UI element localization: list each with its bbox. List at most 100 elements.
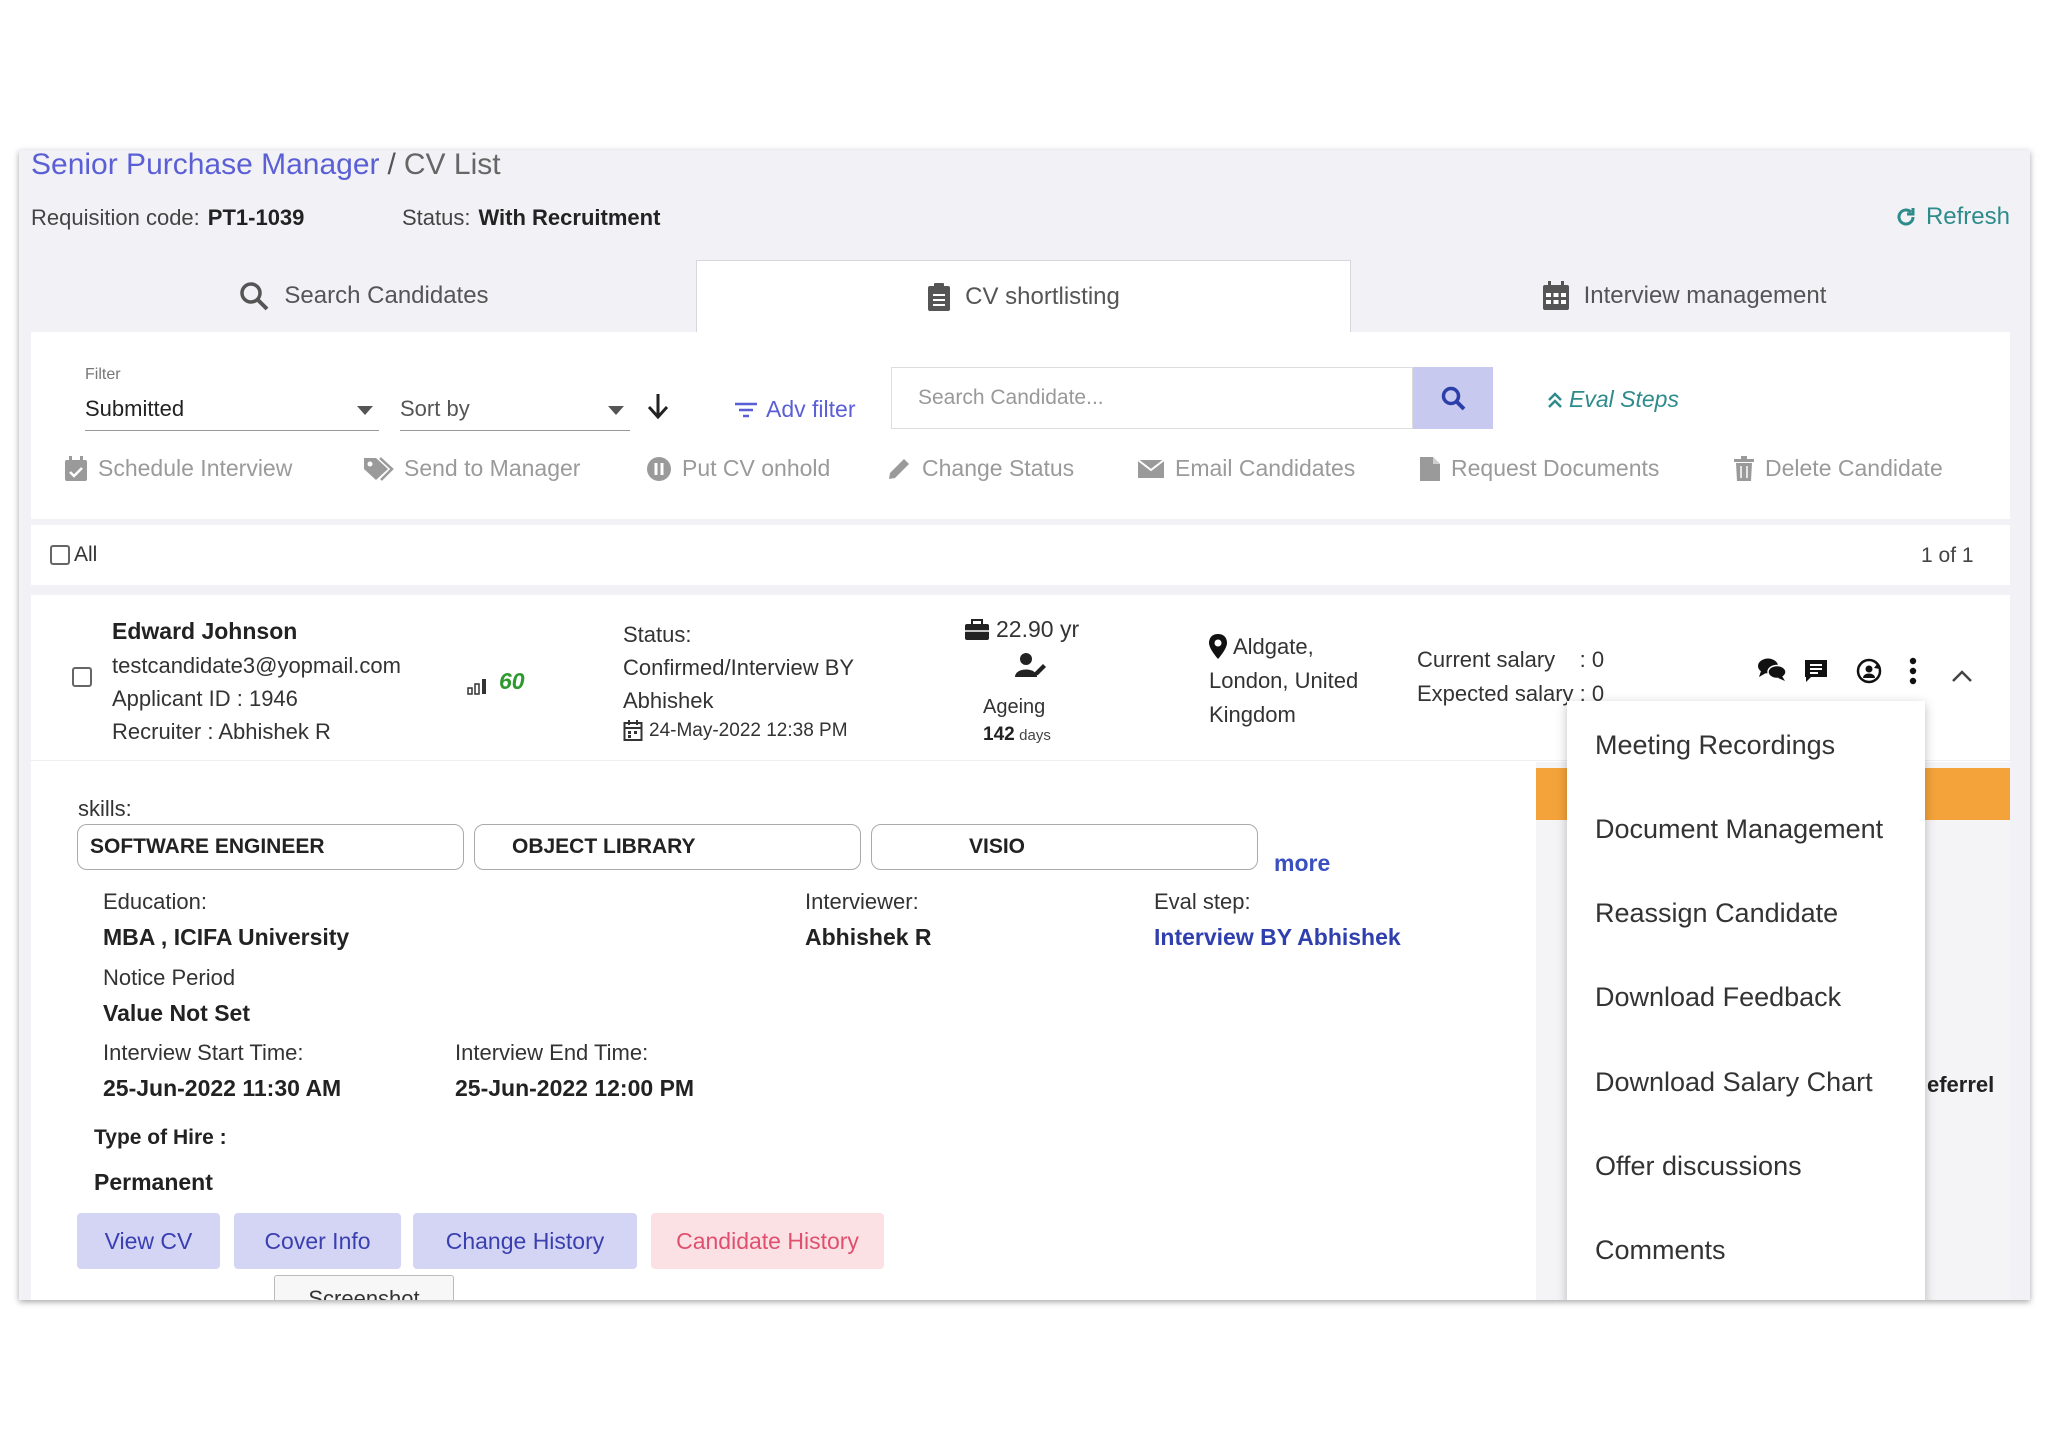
requisition-status-label: Status: [402,205,471,230]
interview-start-value: 25-Jun-2022 11:30 AM [103,1075,342,1101]
refresh-label: Refresh [1925,203,2010,230]
select-all-checkbox[interactable]: All [50,543,97,567]
requisition-status: Status: With Recruitment [402,205,660,231]
filter-label: Filter [85,366,121,383]
skill-chip: OBJECT LIBRARY [474,824,861,870]
eval-steps-toggle[interactable]: Eval Steps [1547,386,1679,413]
filter-select-value: Submitted [85,396,185,421]
menu-item-document-management[interactable]: Document Management [1595,814,1883,845]
requisition-code-label: Requisition code: [31,205,200,230]
chevron-down-icon [608,406,624,415]
filter-select[interactable]: Submitted [85,388,379,431]
status-date: 24-May-2022 12:38 PM [623,720,848,742]
action-label: Delete Candidate [1765,455,1943,481]
sort-direction-arrow-icon[interactable] [647,392,669,420]
eval-step-link[interactable]: Interview BY Abhishek [1154,924,1401,951]
interview-end-value: 25-Jun-2022 12:00 PM [455,1075,695,1101]
menu-item-meeting-recordings[interactable]: Meeting Recordings [1595,730,1835,761]
menu-item-offer-discussions[interactable]: Offer discussions [1595,1151,1802,1182]
menu-item-download-feedback[interactable]: Download Feedback [1595,982,1841,1013]
candidate-name[interactable]: Edward Johnson [112,618,297,645]
location-line3: Kingdom [1209,702,1296,727]
action-label: Change Status [922,455,1075,481]
education-value: MBA , ICIFA University [103,924,350,950]
briefcase-icon [965,618,989,640]
notice-period-label: Notice Period [103,965,236,990]
eval-step-label: Eval step: [1154,889,1251,914]
email-candidates-button[interactable]: Email Candidates [1137,455,1355,482]
interviewer-label: Interviewer: [805,889,919,914]
candidate-history-button[interactable]: Candidate History [651,1213,884,1269]
comment-icon[interactable] [1803,658,1829,684]
signal-bars-icon [467,679,486,695]
adv-filter-button[interactable]: Adv filter [734,396,855,423]
menu-item-comments[interactable]: Comments [1595,1235,1726,1266]
search-candidate-input[interactable]: Search Candidate... [891,367,1413,429]
location-pin-icon [1209,634,1227,659]
pause-icon [647,456,671,481]
search-icon [1441,386,1466,411]
select-all-bar [31,525,2010,585]
select-all-label: All [74,543,98,566]
delete-candidate-button[interactable]: Delete Candidate [1733,455,1943,482]
send-to-manager-button[interactable]: Send to Manager [362,455,580,482]
menu-item-reassign-candidate[interactable]: Reassign Candidate [1595,898,1838,929]
chat-bubbles-icon[interactable] [1757,657,1787,683]
adv-filter-label: Adv filter [766,396,856,422]
view-cv-button[interactable]: View CV [77,1213,220,1269]
type-of-hire-label: Type of Hire : [94,1126,227,1149]
requisition-status-value: With Recruitment [478,205,661,230]
ageing-unit: days [1019,727,1051,744]
schedule-interview-button[interactable]: Schedule Interview [64,455,292,482]
change-history-button[interactable]: Change History [413,1213,637,1269]
candidate-score: 60 [467,668,525,695]
status-value-line2: Abhishek [623,688,714,713]
tab-interview-management[interactable]: Interview management [1349,260,2019,332]
interview-start-label: Interview Start Time: [103,1040,304,1065]
put-cv-onhold-button[interactable]: Put CV onhold [646,455,830,482]
candidate-select-checkbox[interactable] [72,667,92,687]
double-chevron-up-icon [1548,391,1562,408]
recruiter: Recruiter : Abhishek R [112,719,331,744]
skills-label: skills: [78,796,132,821]
experience-value: 22.90 yr [996,616,1080,642]
breadcrumb: Senior Purchase Manager / CV List [31,150,501,182]
screenshot-tooltip: Screenshot [274,1275,454,1300]
menu-item-download-salary-chart[interactable]: Download Salary Chart [1595,1067,1873,1098]
checkbox-box [50,545,70,565]
location-line1: Aldgate, [1233,634,1314,659]
refresh-button[interactable]: Refresh [1894,203,2010,231]
action-label: Email Candidates [1175,455,1356,481]
breadcrumb-separator: / [387,150,396,181]
action-label: Schedule Interview [98,455,293,481]
tab-search-candidates[interactable]: Search Candidates [31,260,696,332]
filter-lines-icon [735,402,757,417]
request-documents-button[interactable]: Request Documents [1419,455,1659,482]
refresh-icon [1897,208,1915,226]
tab-cv-shortlisting[interactable]: CV shortlisting [696,260,1351,333]
more-vertical-icon[interactable] [1908,657,1918,685]
cover-info-button[interactable]: Cover Info [234,1213,401,1269]
tab-label: Interview management [1583,282,1827,309]
type-of-hire-value: Permanent [94,1169,213,1195]
more-skills-link[interactable]: more [1274,850,1330,877]
referral-label-partial: eferrel [1927,1072,1995,1097]
requisition-code: Requisition code: PT1-1039 [31,205,304,231]
tags-icon [364,456,394,481]
chevron-up-icon[interactable] [1951,669,1973,683]
breadcrumb-parent-link[interactable]: Senior Purchase Manager [31,150,380,181]
change-status-button[interactable]: Change Status [886,455,1074,482]
refresh-user-icon[interactable] [1855,657,1883,685]
current-salary: Current salary : 0 [1417,647,1605,672]
search-button[interactable] [1413,367,1493,429]
status-value-line1: Confirmed/Interview BY [623,655,855,680]
document-icon [1420,456,1440,481]
applicant-id: Applicant ID : 1946 [112,686,298,711]
tab-label: Search Candidates [284,282,489,309]
search-icon [240,282,269,311]
action-label: Request Documents [1451,455,1660,481]
tab-label: CV shortlisting [965,283,1120,310]
education-label: Education: [103,889,207,914]
sort-select[interactable]: Sort by [400,388,630,431]
search-candidate-placeholder: Search Candidate... [918,386,1104,409]
